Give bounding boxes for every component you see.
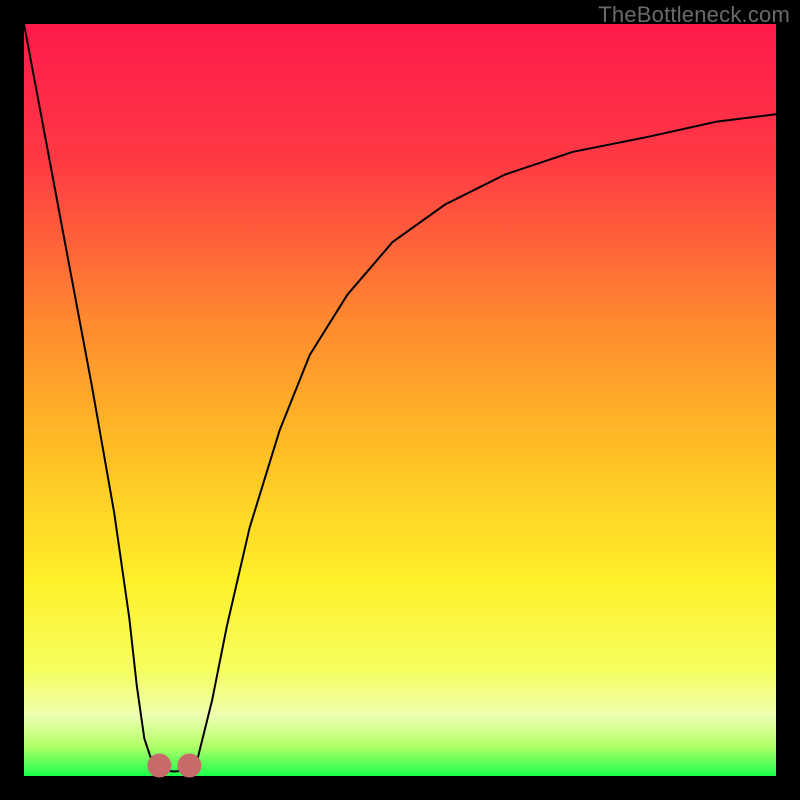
valley-marker	[177, 754, 201, 778]
chart-frame: TheBottleneck.com	[0, 0, 800, 800]
watermark-label: TheBottleneck.com	[598, 2, 790, 28]
bottleneck-curve	[24, 24, 776, 772]
valley-marker	[147, 754, 171, 778]
chart-overlay	[0, 0, 800, 800]
